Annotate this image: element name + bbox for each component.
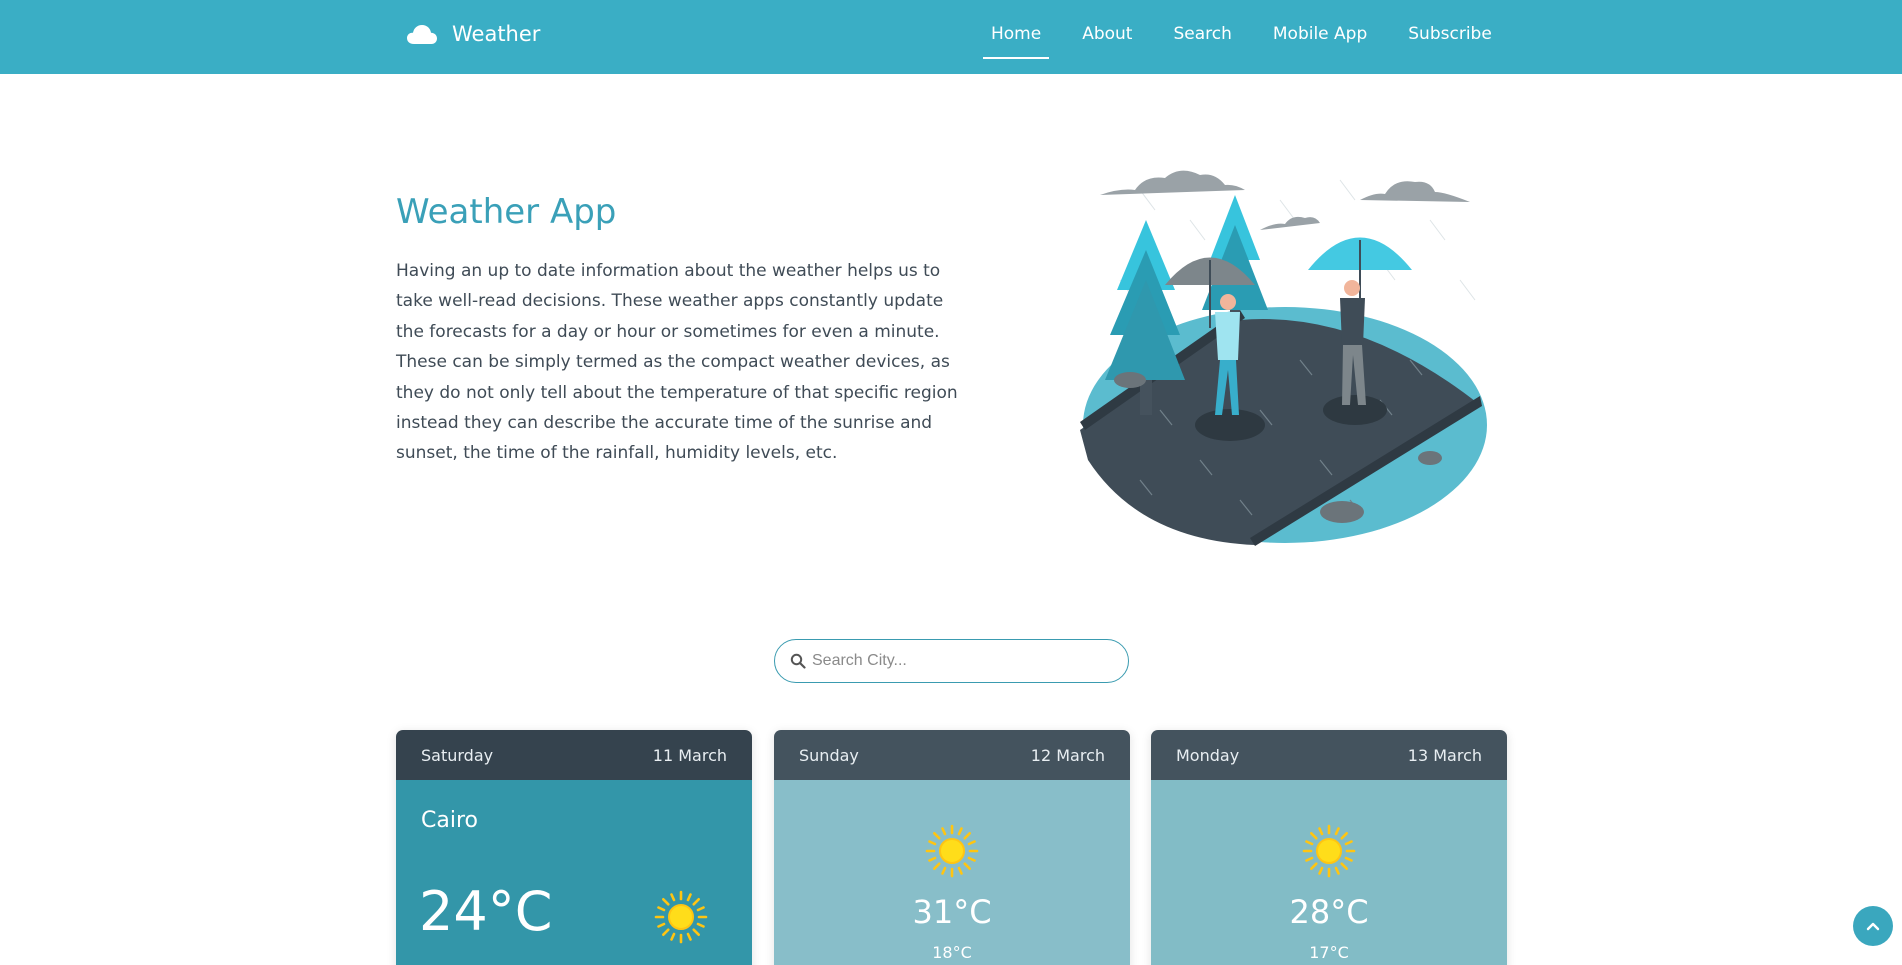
nav-links: Home About Search Mobile App Subscribe <box>983 0 1500 74</box>
card-header: Monday 13 March <box>1151 730 1507 780</box>
forecast-date: 13 March <box>1407 745 1482 765</box>
nav-link-subscribe[interactable]: Subscribe <box>1400 0 1500 74</box>
forecast-card-today: Saturday 11 March Cairo 24°C <box>396 730 752 965</box>
min-temperature: 17°C <box>1309 943 1349 962</box>
navbar: Weather Home About Search Mobile App Sub… <box>0 0 1902 74</box>
search-icon <box>790 653 806 669</box>
forecast-day: Monday <box>1176 745 1240 765</box>
forecast-date: 11 March <box>652 745 727 765</box>
sun-icon <box>925 824 979 878</box>
max-temperature: 31°C <box>912 893 992 931</box>
forecast-card-day-after: Monday 13 March 28°C 17°C <box>1151 730 1507 965</box>
sun-icon <box>1302 824 1356 878</box>
hero-description: Having an up to date information about t… <box>396 261 958 464</box>
card-header: Saturday 11 March <box>396 730 752 780</box>
brand-name: Weather <box>452 22 541 46</box>
hero-title: Weather App <box>396 192 617 232</box>
city-name: Cairo <box>421 808 478 833</box>
min-temperature: 18°C <box>932 943 972 962</box>
cloud-icon <box>407 25 437 44</box>
city-search-input[interactable] <box>812 652 1102 670</box>
max-temperature: 28°C <box>1289 893 1369 931</box>
card-header: Sunday 12 March <box>774 730 1130 780</box>
scroll-to-top-button[interactable] <box>1853 906 1893 946</box>
nav-link-about[interactable]: About <box>1074 0 1140 74</box>
card-body: 28°C 17°C <box>1151 780 1507 965</box>
nav-link-mobile-app[interactable]: Mobile App <box>1265 0 1375 74</box>
card-body: 31°C 18°C <box>774 780 1130 965</box>
forecast-day: Saturday <box>421 745 494 765</box>
forecast-date: 12 March <box>1030 745 1105 765</box>
chevron-up-icon <box>1866 922 1880 931</box>
nav-link-home[interactable]: Home <box>983 0 1050 74</box>
brand-logo[interactable]: Weather <box>406 18 540 50</box>
sun-icon <box>654 890 708 944</box>
card-body: Cairo 24°C <box>396 780 752 965</box>
nav-link-search[interactable]: Search <box>1165 0 1239 74</box>
city-search-box <box>774 639 1129 683</box>
rainy-walk-illustration <box>1080 170 1487 546</box>
forecast-card-tomorrow: Sunday 12 March 31°C 18°C <box>774 730 1130 965</box>
forecast-day: Sunday <box>799 745 859 765</box>
current-temperature: 24°C <box>419 880 553 943</box>
